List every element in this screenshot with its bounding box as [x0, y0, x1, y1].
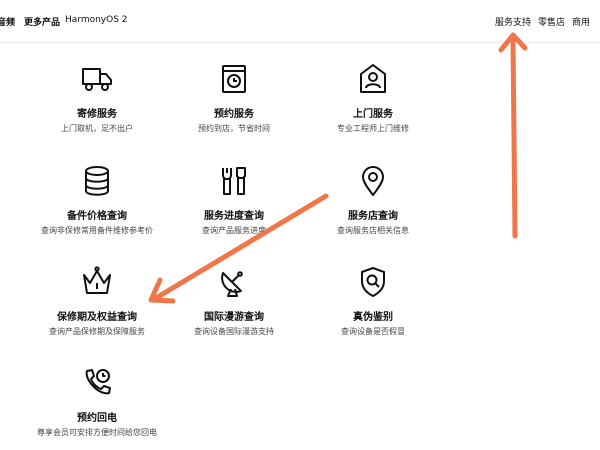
top-navigation: 音频 更多产品 HarmonyOS 2 服务支持 零售店 商用 — [0, 0, 600, 43]
service-desc: 尊享会员可安排方便时间给您回电 — [37, 428, 157, 437]
tools-icon — [217, 164, 251, 198]
calendar-clock-icon — [217, 62, 251, 96]
service-desc: 专业工程师上门维修 — [337, 124, 409, 133]
service-title: 上门服务 — [353, 109, 393, 120]
nav-more-products[interactable]: 更多产品 — [24, 15, 60, 28]
service-title: 预约回电 — [77, 413, 117, 424]
shield-search-icon — [356, 265, 390, 299]
database-icon — [80, 164, 114, 198]
nav-retail-store[interactable]: 零售店 — [538, 15, 565, 28]
service-desc: 查询服务店相关信息 — [337, 226, 409, 235]
engineer-icon — [356, 62, 390, 96]
service-store-locator[interactable]: 服务店查询 查询服务店相关信息 — [288, 164, 458, 236]
service-title: 服务店查询 — [348, 211, 398, 222]
satellite-dish-icon — [217, 265, 251, 299]
nav-audio[interactable]: 音频 — [0, 15, 15, 28]
nav-service-support[interactable]: 服务支持 — [495, 15, 531, 28]
crown-icon — [80, 265, 114, 299]
service-onsite[interactable]: 上门服务 专业工程师上门维修 — [288, 62, 458, 134]
truck-icon — [80, 62, 114, 96]
phone-clock-icon — [80, 366, 114, 400]
service-authenticity[interactable]: 真伪鉴别 查询设备是否假冒 — [288, 265, 458, 337]
service-callback[interactable]: 预约回电 尊享会员可安排方便时间给您回电 — [12, 366, 182, 438]
service-desc: 查询设备是否假冒 — [341, 327, 405, 336]
nav-harmonyos[interactable]: HarmonyOS 2 — [65, 15, 128, 25]
nav-business[interactable]: 商用 — [572, 15, 590, 28]
service-title: 真伪鉴别 — [353, 312, 393, 323]
location-pin-icon — [356, 164, 390, 198]
arrow-up-annotation — [498, 32, 528, 239]
